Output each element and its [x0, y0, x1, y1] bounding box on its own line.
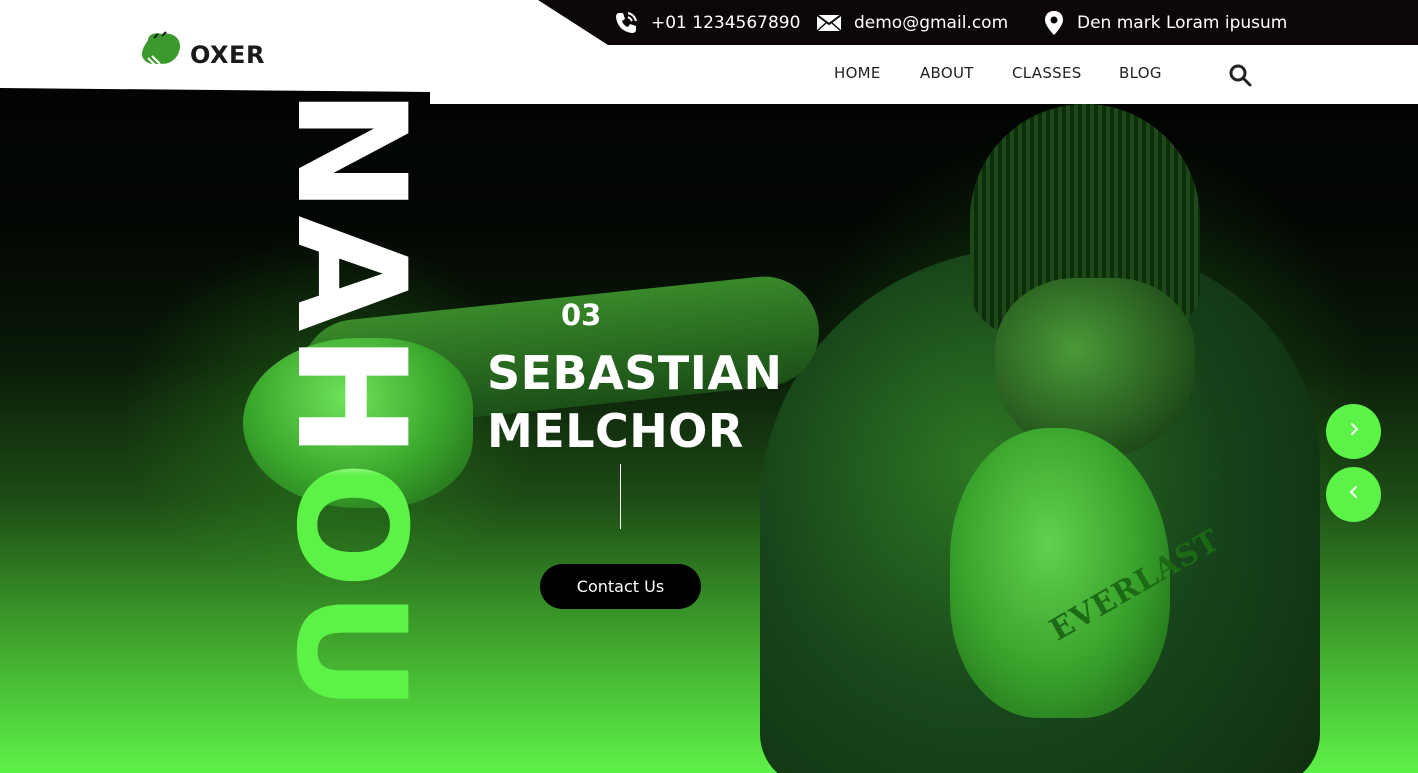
contact-location[interactable]: Den mark Loram ipusum	[1043, 0, 1287, 45]
page: x x OXER HOME ABOUT CLASSES BLOG +01 123…	[0, 0, 1418, 773]
logo[interactable]: x x OXER	[140, 30, 265, 79]
nav-blog[interactable]: BLOG	[1119, 64, 1162, 86]
map-pin-icon	[1043, 10, 1065, 36]
search-button[interactable]	[1228, 63, 1252, 87]
nav-home[interactable]: HOME	[834, 64, 881, 86]
hero-vertical-word: NAHOU	[263, 88, 437, 715]
contact-phone[interactable]: +01 1234567890	[613, 0, 800, 45]
phone-text: +01 1234567890	[651, 12, 801, 33]
contact-email[interactable]: demo@gmail.com	[816, 0, 1008, 45]
slider-next-button[interactable]	[1326, 404, 1381, 459]
nav-classes[interactable]: CLASSES	[1012, 64, 1082, 86]
email-text: demo@gmail.com	[854, 12, 1009, 33]
title-divider	[620, 464, 621, 529]
logo-text: OXER	[190, 40, 265, 69]
envelope-icon	[816, 13, 842, 33]
chevron-right-icon	[1347, 422, 1361, 441]
slider-prev-button[interactable]	[1326, 467, 1381, 522]
slide-number: 03	[561, 298, 602, 332]
contact-bar: +01 1234567890 demo@gmail.com Den mark L…	[538, 0, 1418, 45]
slide-title: SEBASTIAN MELCHOR	[487, 344, 782, 460]
slide-title-line1: SEBASTIAN	[487, 346, 783, 400]
contact-us-button[interactable]: Contact Us	[540, 564, 701, 609]
slide-title-line2: MELCHOR	[487, 404, 744, 458]
chevron-left-icon	[1347, 485, 1361, 504]
phone-icon	[613, 10, 639, 36]
location-text: Den mark Loram ipusum	[1077, 12, 1288, 33]
nav-about[interactable]: ABOUT	[920, 64, 974, 86]
hero-slider: EVERLAST NAHOU 03 SEBASTIAN MELCHOR Cont…	[0, 88, 1418, 773]
search-icon	[1228, 64, 1252, 91]
boxing-glove-icon: x x	[140, 30, 184, 79]
svg-text:x x: x x	[152, 61, 164, 70]
